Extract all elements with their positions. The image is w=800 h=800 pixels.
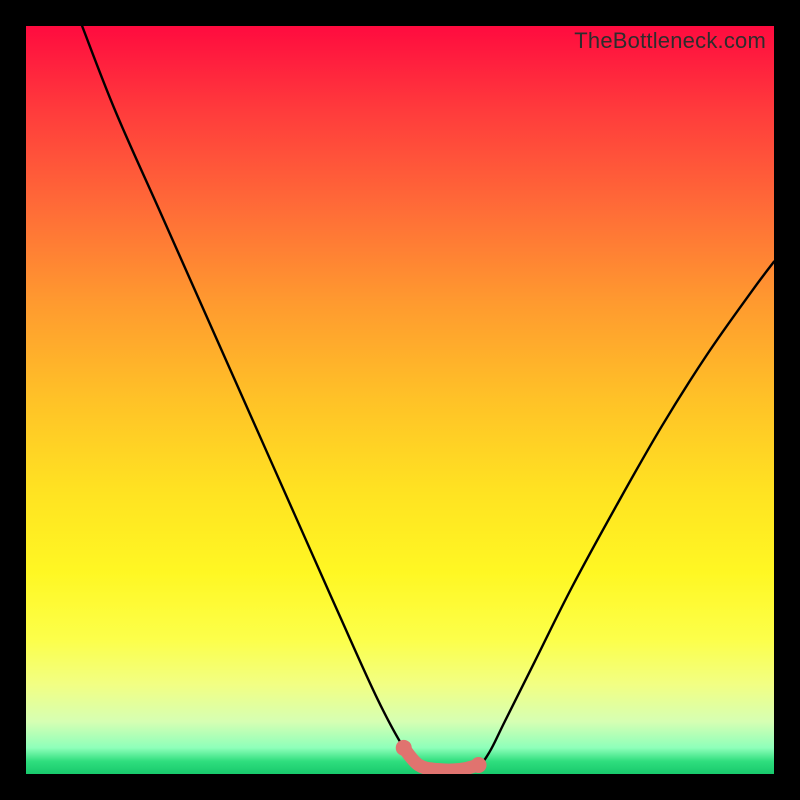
chart-frame: TheBottleneck.com	[0, 0, 800, 800]
plot-area: TheBottleneck.com	[26, 26, 774, 774]
highlight-end-right	[471, 757, 487, 773]
highlight-end-left	[396, 740, 412, 756]
curve-layer	[26, 26, 774, 774]
optimal-zone-highlight	[404, 748, 479, 770]
watermark-text: TheBottleneck.com	[574, 28, 766, 54]
bottleneck-curve	[82, 26, 774, 770]
